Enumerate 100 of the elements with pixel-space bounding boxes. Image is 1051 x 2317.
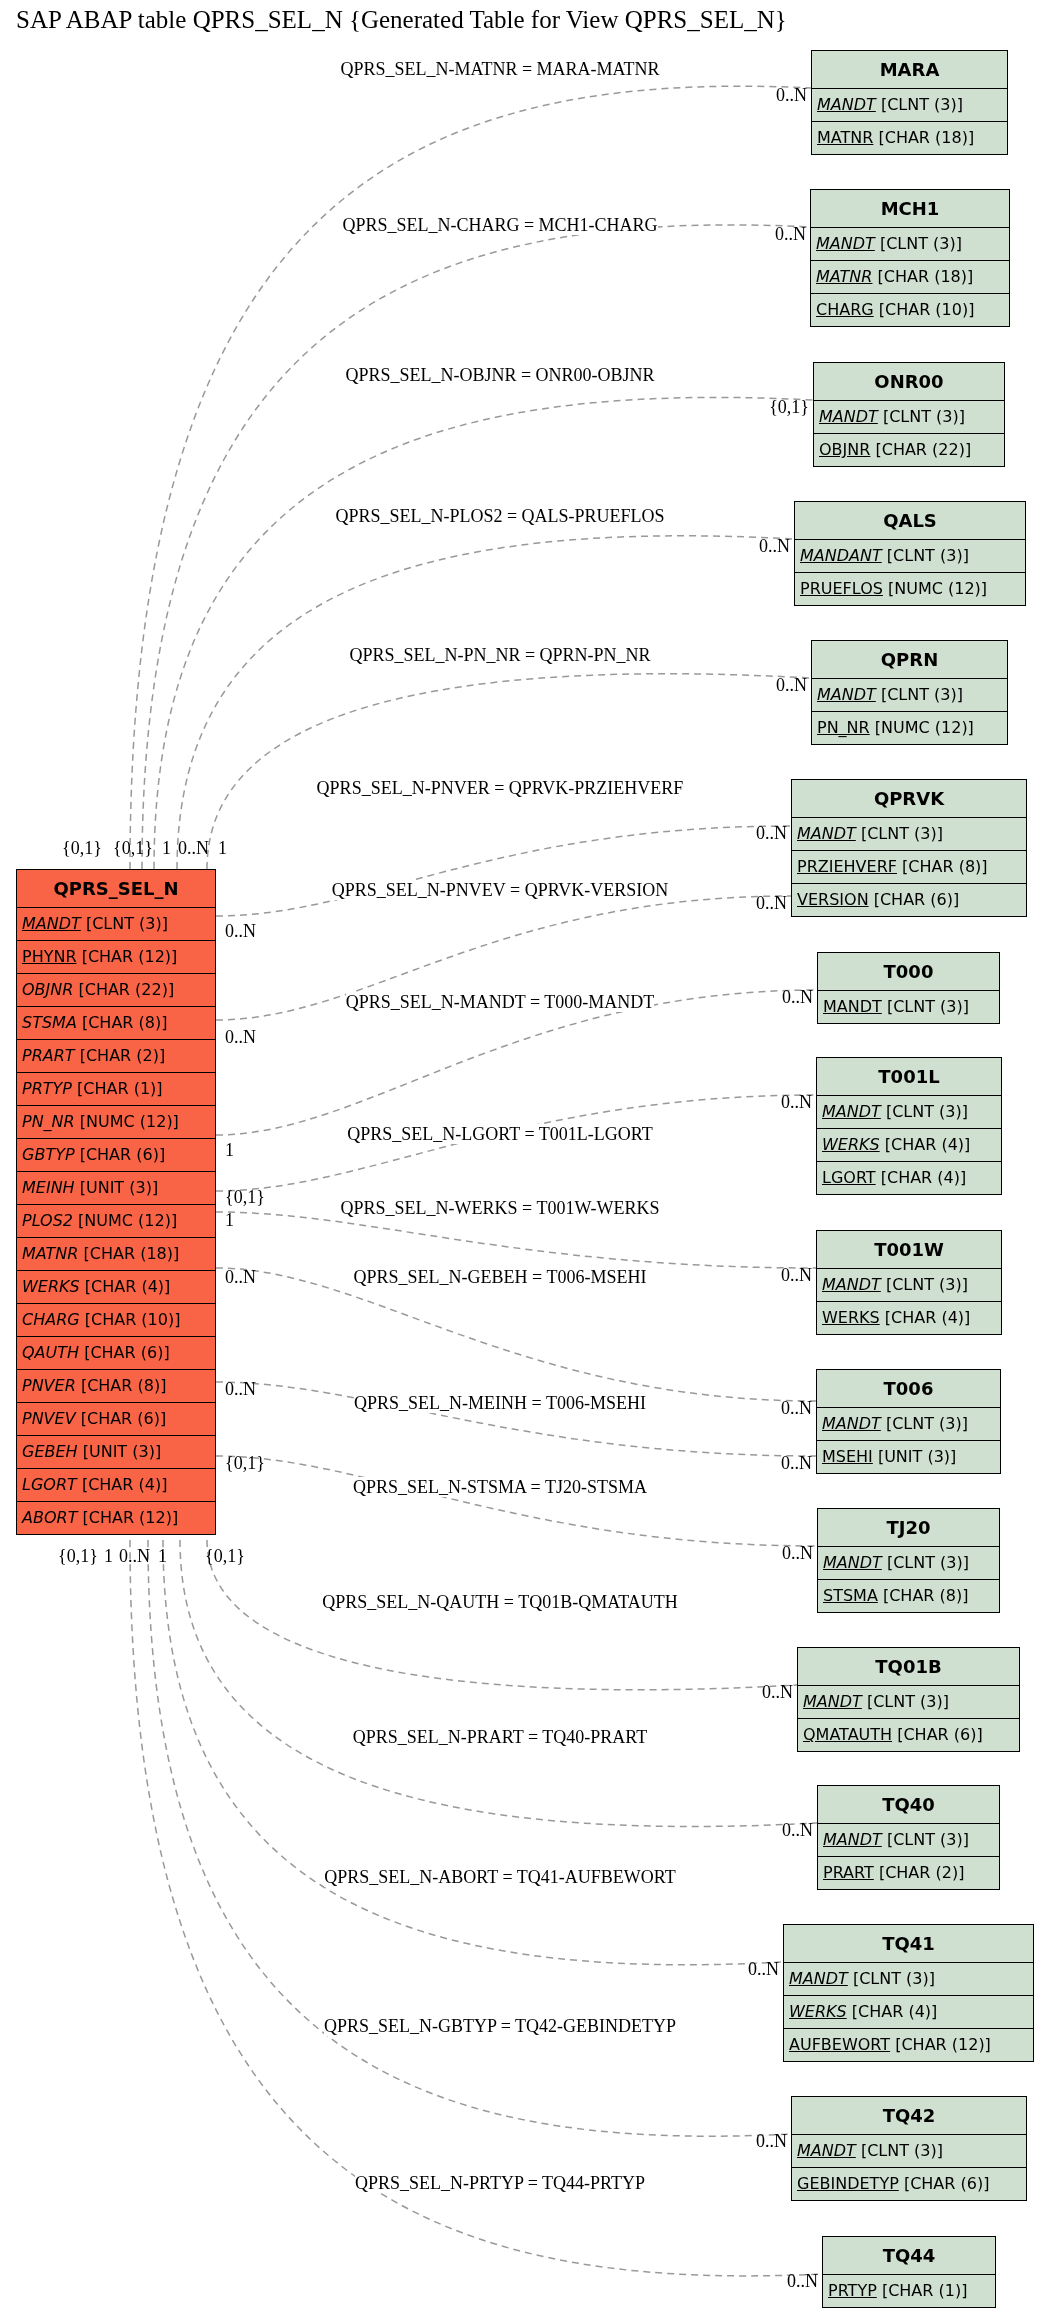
table-header: MARA: [878, 58, 941, 82]
field-row: PRTYP [CHAR (1)]: [17, 1072, 215, 1105]
field-row: MANDANT [CLNT (3)]: [795, 539, 1025, 572]
cardinality-label: 0..N: [782, 987, 813, 1007]
field-row: WERKS [CHAR (4)]: [17, 1270, 215, 1303]
table-header: T006: [882, 1377, 935, 1401]
table-header: TJ20: [885, 1516, 932, 1540]
field-row: MANDT [CLNT (3)]: [818, 990, 999, 1023]
relation-label: QPRS_SEL_N-WERKS = T001W-WERKS: [340, 1198, 660, 1218]
relation-label: QPRS_SEL_N-PN_NR = QPRN-PN_NR: [349, 645, 651, 665]
cardinality-label: 1: [225, 1140, 234, 1160]
field-row: GEBEH [UNIT (3)]: [17, 1435, 215, 1468]
field-row: GEBINDETYP [CHAR (6)]: [792, 2167, 1026, 2200]
cardinality-label: 0..N: [781, 1265, 812, 1285]
cardinality-label: 0..N: [781, 1453, 812, 1473]
cardinality-label: 1: [158, 1546, 167, 1566]
relation-label: QPRS_SEL_N-OBJNR = ONR00-OBJNR: [345, 365, 655, 385]
field-row: WERKS [CHAR (4)]: [817, 1128, 1001, 1161]
field-row: STSMA [CHAR (8)]: [818, 1579, 999, 1612]
relation-label: QPRS_SEL_N-CHARG = MCH1-CHARG: [342, 215, 658, 235]
field-row: PLOS2 [NUMC (12)]: [17, 1204, 215, 1237]
field-row: PRZIEHVERF [CHAR (8)]: [792, 850, 1026, 883]
relation-label: QPRS_SEL_N-MANDT = T000-MANDT: [345, 992, 655, 1012]
field-row: PRART [CHAR (2)]: [818, 1856, 999, 1889]
cardinality-label: {0,1}: [225, 1187, 265, 1207]
diagram-title: SAP ABAP table QPRS_SEL_N {Generated Table for View QPRS_SEL_N}: [16, 6, 787, 34]
table-header: T001W: [873, 1238, 945, 1262]
field-row: MSEHI [UNIT (3)]: [817, 1440, 1000, 1473]
table-header: T000: [882, 960, 935, 984]
field-row: MANDT [CLNT (3)]: [817, 1095, 1001, 1128]
field-row: WERKS [CHAR (4)]: [784, 1995, 1033, 2028]
field-row: MANDT [CLNT (3)]: [792, 817, 1026, 850]
field-row: MATNR [CHAR (18)]: [17, 1237, 215, 1270]
cardinality-label: {0,1}: [58, 1546, 98, 1566]
field-row: ABORT [CHAR (12)]: [17, 1501, 215, 1534]
cardinality-label: 0..N: [748, 1959, 779, 1979]
table-header: QPRN: [879, 648, 940, 672]
cardinality-label: 0..N: [756, 823, 787, 843]
field-row: MATNR [CHAR (18)]: [812, 121, 1007, 154]
cardinality-label: 0..N: [225, 921, 256, 941]
cardinality-label: {0,1}: [205, 1546, 245, 1566]
relation-label: QPRS_SEL_N-STSMA = TJ20-STSMA: [353, 1477, 647, 1497]
cardinality-label: 0..N: [225, 1027, 256, 1047]
table-header: QPRVK: [872, 787, 946, 811]
field-row: PRTYP [CHAR (1)]: [823, 2274, 995, 2307]
field-row: MANDT [CLNT (3)]: [798, 1685, 1019, 1718]
relation-label: QPRS_SEL_N-LGORT = T001L-LGORT: [347, 1124, 653, 1144]
relation-label: QPRS_SEL_N-PNVEV = QPRVK-VERSION: [331, 880, 669, 900]
cardinality-label: 0..N: [756, 893, 787, 913]
cardinality-label: 1: [218, 838, 227, 858]
cardinality-label: 0..N: [762, 1682, 793, 1702]
relation-label: QPRS_SEL_N-ABORT = TQ41-AUFBEWORT: [324, 1867, 676, 1887]
cardinality-label: 0..N: [781, 1398, 812, 1418]
relation-label: QPRS_SEL_N-GBTYP = TQ42-GEBINDETYP: [323, 2016, 677, 2036]
table-header: MCH1: [879, 197, 941, 221]
field-row: MANDT [CLNT (3)]: [784, 1962, 1033, 1995]
field-row: LGORT [CHAR (4)]: [817, 1161, 1001, 1194]
cardinality-label: 0..N: [781, 1092, 812, 1112]
table-header: TQ44: [881, 2244, 937, 2268]
table-header: QALS: [882, 509, 938, 533]
relation-label: QPRS_SEL_N-PNVER = QPRVK-PRZIEHVERF: [316, 778, 684, 798]
field-row: QAUTH [CHAR (6)]: [17, 1336, 215, 1369]
cardinality-label: 0..N: [119, 1546, 150, 1566]
table-header: ONR00: [873, 370, 945, 394]
field-row: CHARG [CHAR (10)]: [17, 1303, 215, 1336]
cardinality-label: 1: [104, 1546, 113, 1566]
field-row: MANDT [CLNT (3)]: [812, 678, 1007, 711]
field-row: MANDT [CLNT (3)]: [817, 1268, 1001, 1301]
field-row: PHYNR [CHAR (12)]: [17, 940, 215, 973]
table-header: TQ40: [881, 1793, 936, 1817]
cardinality-label: {0,1}: [769, 397, 809, 417]
relation-label: QPRS_SEL_N-MEINH = T006-MSEHI: [354, 1393, 646, 1413]
field-row: MANDT [CLNT (3)]: [792, 2134, 1026, 2167]
field-row: MANDT [CLNT (3)]: [17, 907, 215, 940]
field-row: MANDT [CLNT (3)]: [818, 1546, 999, 1579]
cardinality-label: 0..N: [225, 1267, 256, 1287]
table-header: QPRS_SEL_N: [52, 877, 180, 901]
relation-label: QPRS_SEL_N-QAUTH = TQ01B-QMATAUTH: [322, 1592, 678, 1612]
table-header: T001L: [877, 1065, 941, 1089]
field-row: MANDT [CLNT (3)]: [814, 400, 1004, 433]
cardinality-label: 0..N: [776, 675, 807, 695]
relation-label: QPRS_SEL_N-PRTYP = TQ44-PRTYP: [354, 2173, 646, 2193]
field-row: GBTYP [CHAR (6)]: [17, 1138, 215, 1171]
field-row: MEINH [UNIT (3)]: [17, 1171, 215, 1204]
field-row: PN_NR [NUMC (12)]: [17, 1105, 215, 1138]
field-row: MANDT [CLNT (3)]: [811, 227, 1009, 260]
field-row: VERSION [CHAR (6)]: [792, 883, 1026, 916]
field-row: OBJNR [CHAR (22)]: [814, 433, 1004, 466]
relation-label: QPRS_SEL_N-MATNR = MARA-MATNR: [340, 59, 660, 79]
cardinality-label: 1: [225, 1210, 234, 1230]
cardinality-label: 0..N: [759, 536, 790, 556]
field-row: MANDT [CLNT (3)]: [818, 1823, 999, 1856]
relation-label: QPRS_SEL_N-PLOS2 = QALS-PRUEFLOS: [335, 506, 665, 526]
field-row: WERKS [CHAR (4)]: [817, 1301, 1001, 1334]
cardinality-label: 0..N: [787, 2271, 818, 2291]
cardinality-label: {0,1}: [113, 838, 153, 858]
field-row: MANDT [CLNT (3)]: [812, 88, 1007, 121]
field-row: PRUEFLOS [NUMC (12)]: [795, 572, 1025, 605]
table-header: TQ41: [881, 1932, 936, 1956]
cardinality-label: 1: [162, 838, 171, 858]
